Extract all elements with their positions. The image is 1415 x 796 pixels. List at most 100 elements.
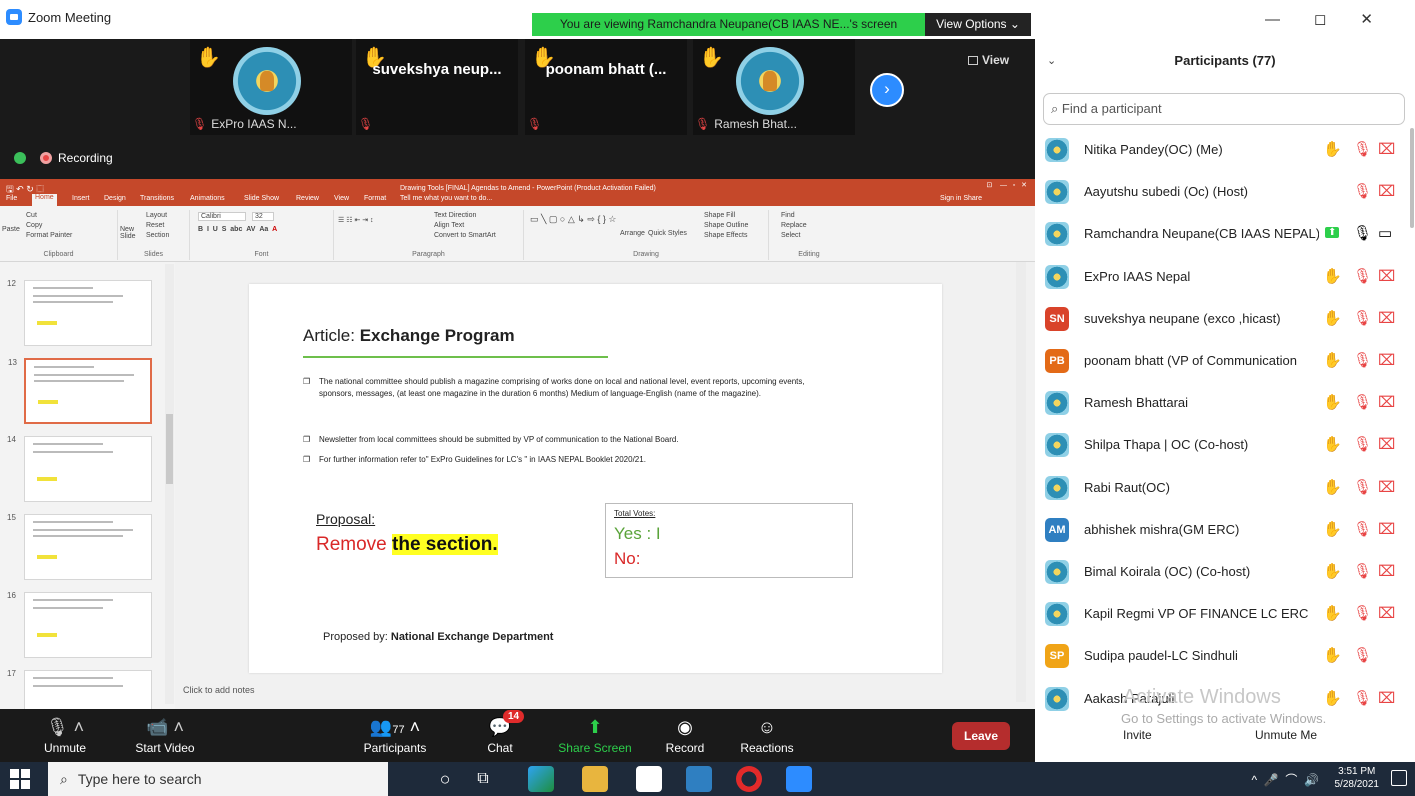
windows-start-icon[interactable] (10, 769, 30, 789)
meeting-controls: 🎙 ˄ Unmute 📹 ˄ Start Video 👥77 ˄ Participan… (0, 709, 1035, 762)
participant-name: Nitika Pandey(OC) (Me) (1084, 142, 1223, 157)
video-tile[interactable]: ✋ 🎙 Ramesh Bhat... (693, 39, 855, 135)
avatar (1045, 433, 1069, 458)
invite-button[interactable]: Invite (1123, 728, 1152, 742)
edge-icon[interactable] (528, 766, 554, 792)
slide-title: Article: Exchange Program (303, 326, 515, 345)
video-tile[interactable]: ✋ poonam bhatt (... 🎙 (525, 39, 687, 135)
panel-scrollbar[interactable] (1410, 128, 1414, 228)
windows-taskbar: ⌕ Type here to search ○ ⧉ ^ 🎤 ⌒ 🔊 3:51 PM… (0, 762, 1415, 796)
window-controls[interactable]: —◻✕ (1265, 10, 1407, 28)
record-dot-icon (40, 152, 52, 164)
video-tile[interactable]: ✋ suvekshya neup... 🎙 (356, 39, 518, 135)
avatar (233, 47, 301, 115)
recording-indicator[interactable]: Recording (14, 151, 113, 165)
mic-muted-icon: 🎙 (1353, 478, 1373, 496)
ribbon-group-clipboard: Cut Copy Format Painter Paste Clipboard (0, 210, 118, 260)
video-off-icon: ⌧ (1378, 689, 1396, 707)
raised-hand-icon: ✋ (699, 47, 724, 69)
ppt-tab: Tell me what you want to do... (400, 195, 493, 202)
participant-row[interactable]: ExPro IAAS Nepal ✋ 🎙 ⌧ (1035, 257, 1405, 299)
task-view-icon[interactable]: ⧉ (470, 766, 496, 792)
mic-muted-icon: 🎙 (527, 117, 543, 131)
participant-name: Shilpa Thapa | OC (Co-host) (1084, 437, 1249, 453)
participants-title: Participants (77) (1174, 53, 1276, 68)
record-icon: ◉ (677, 717, 693, 737)
share-screen-button[interactable]: ⬆ Share Screen (550, 709, 640, 762)
participant-row[interactable]: AM abhishek mishra(GM ERC) ✋ 🎙 ⌧ (1035, 510, 1405, 552)
slide-canvas: Article: Exchange Program ❐ The national … (249, 284, 942, 673)
taskbar-clock[interactable]: 3:51 PM 5/28/2021 (1335, 765, 1380, 791)
next-page-button[interactable]: › (870, 73, 904, 107)
participant-name: Aayutshu subedi (Oc) (Host) (1084, 184, 1249, 200)
participant-row[interactable]: Rabi Raut(OC) ✋ 🎙 ⌧ (1035, 468, 1405, 510)
start-video-button[interactable]: 📹 ˄ Start Video (120, 709, 210, 762)
zoom-taskbar-icon[interactable] (786, 766, 812, 792)
slide-thumbnail-selected: 13 (8, 358, 152, 424)
participant-name: ExPro IAAS Nepal (1084, 268, 1191, 284)
raised-hand-icon: ✋ (1323, 563, 1342, 580)
slide-thumbnail: 14 (7, 435, 152, 502)
video-off-icon: ⌧ (1378, 394, 1396, 412)
participant-row[interactable]: SN suvekshya neupane (exco ,hicast) ✋ 🎙 ⌧ (1035, 299, 1405, 341)
video-tile[interactable]: ✋ 🎙 ExPro IAAS N... (190, 39, 352, 135)
unmute-button[interactable]: 🎙 ˄ Unmute (30, 709, 100, 762)
slide-thumbnail: 12 (7, 279, 152, 346)
search-icon: ⌕ (60, 771, 68, 787)
ribbon-group-paragraph: Text Direction Align Text Convert to Sma… (334, 210, 524, 260)
avatar: AM (1045, 517, 1069, 542)
video-off-icon: ⌧ (1378, 520, 1396, 538)
view-button[interactable]: View (968, 53, 1009, 67)
ppt-tab: Design (104, 195, 126, 202)
ppt-tab: Transitions (140, 195, 174, 202)
ppt-tab: File (6, 195, 18, 202)
taskbar-search-input[interactable]: ⌕ Type here to search (48, 762, 388, 796)
ppt-title-bar: 🖫 ↶ ↻ ⬚ Drawing Tools [FINAL] Agendas to… (0, 179, 1035, 206)
view-options-button[interactable]: View Options ⌄ (925, 13, 1031, 36)
notification-icon[interactable] (1391, 770, 1407, 786)
raised-hand-icon: ✋ (1323, 394, 1342, 412)
participant-search-input[interactable]: ⌕ Find a participant (1043, 93, 1405, 125)
reactions-button[interactable]: ☺ Reactions (732, 709, 802, 762)
leave-button[interactable]: Leave (952, 722, 1010, 750)
title-bar: Zoom Meeting You are viewing Ramchandra … (0, 0, 1035, 39)
tile-name: suvekshya neup... (372, 61, 502, 78)
slide-bullet: ❐ The national committee should publish a… (303, 377, 805, 398)
opera-icon[interactable] (736, 766, 762, 792)
participant-row[interactable]: Kapil Regmi VP OF FINANCE LC ERC ✋ 🎙 ⌧ (1035, 594, 1405, 636)
participant-row[interactable]: Ramesh Bhattarai ✋ 🎙 ⌧ (1035, 383, 1405, 425)
participant-name: Bimal Koirala (OC) (Co-host) (1084, 564, 1251, 579)
title-underline (303, 356, 608, 358)
ppt-tab: Slide Show (244, 195, 280, 202)
proposal-label: Proposal: (316, 511, 376, 527)
participant-row[interactable]: Nitika Pandey(OC) (Me) ✋ 🎙 ⌧ (1035, 130, 1405, 172)
mail-icon[interactable] (686, 766, 712, 792)
participant-row[interactable]: SP Sudipa paudel-LC Sindhuli ✋ 🎙 (1035, 636, 1405, 678)
participant-row[interactable]: PB poonam bhatt (VP of Communication ✋ 🎙 ⌧ (1035, 341, 1405, 383)
record-button[interactable]: ◉ Record (660, 709, 710, 762)
participant-row[interactable]: Aayutshu subedi (Oc) (Host) 🎙 ⌧ (1035, 172, 1405, 214)
mic-muted-icon: 🎙 (1353, 141, 1373, 158)
raised-hand-icon: ✋ (1323, 436, 1342, 454)
file-explorer-icon[interactable] (582, 766, 608, 792)
mic-muted-icon: 🎙 (695, 117, 711, 131)
participant-row[interactable]: Ramchandra Neupane(CB IAAS NEPAL) ⬆ 🎙 ▭ (1035, 214, 1405, 256)
reactions-icon: ☺ (757, 717, 777, 737)
participant-row[interactable]: Shilpa Thapa | OC (Co-host) ✋ 🎙 ⌧ (1035, 425, 1405, 467)
unmute-me-button[interactable]: Unmute Me (1255, 728, 1317, 742)
avatar (1045, 560, 1069, 584)
participant-name: Kapil Regmi VP OF FINANCE LC ERC (1084, 606, 1309, 622)
viewing-screen-banner: You are viewing Ramchandra Neupane(CB IA… (532, 13, 925, 36)
participant-name: poonam bhatt (VP of Communication (1084, 353, 1297, 368)
mic-icon: 🎙 (1353, 225, 1373, 243)
raised-hand-icon: ✋ (1323, 520, 1342, 538)
participants-button[interactable]: 👥77 ˄ Participants (350, 709, 440, 762)
avatar (1045, 264, 1069, 289)
video-off-icon: ⌧ (1378, 352, 1396, 369)
votes-text-box: Total Votes: Yes : I No: (605, 503, 853, 578)
cortana-icon[interactable]: ○ (432, 766, 458, 792)
store-icon[interactable] (636, 766, 662, 792)
participant-row[interactable]: Bimal Koirala (OC) (Co-host) ✋ 🎙 ⌧ (1035, 552, 1405, 594)
system-tray[interactable]: ^ 🎤 ⌒ 🔊 (1251, 771, 1319, 788)
slide-bullet: ❐ Newsletter from local committees should… (303, 435, 679, 444)
